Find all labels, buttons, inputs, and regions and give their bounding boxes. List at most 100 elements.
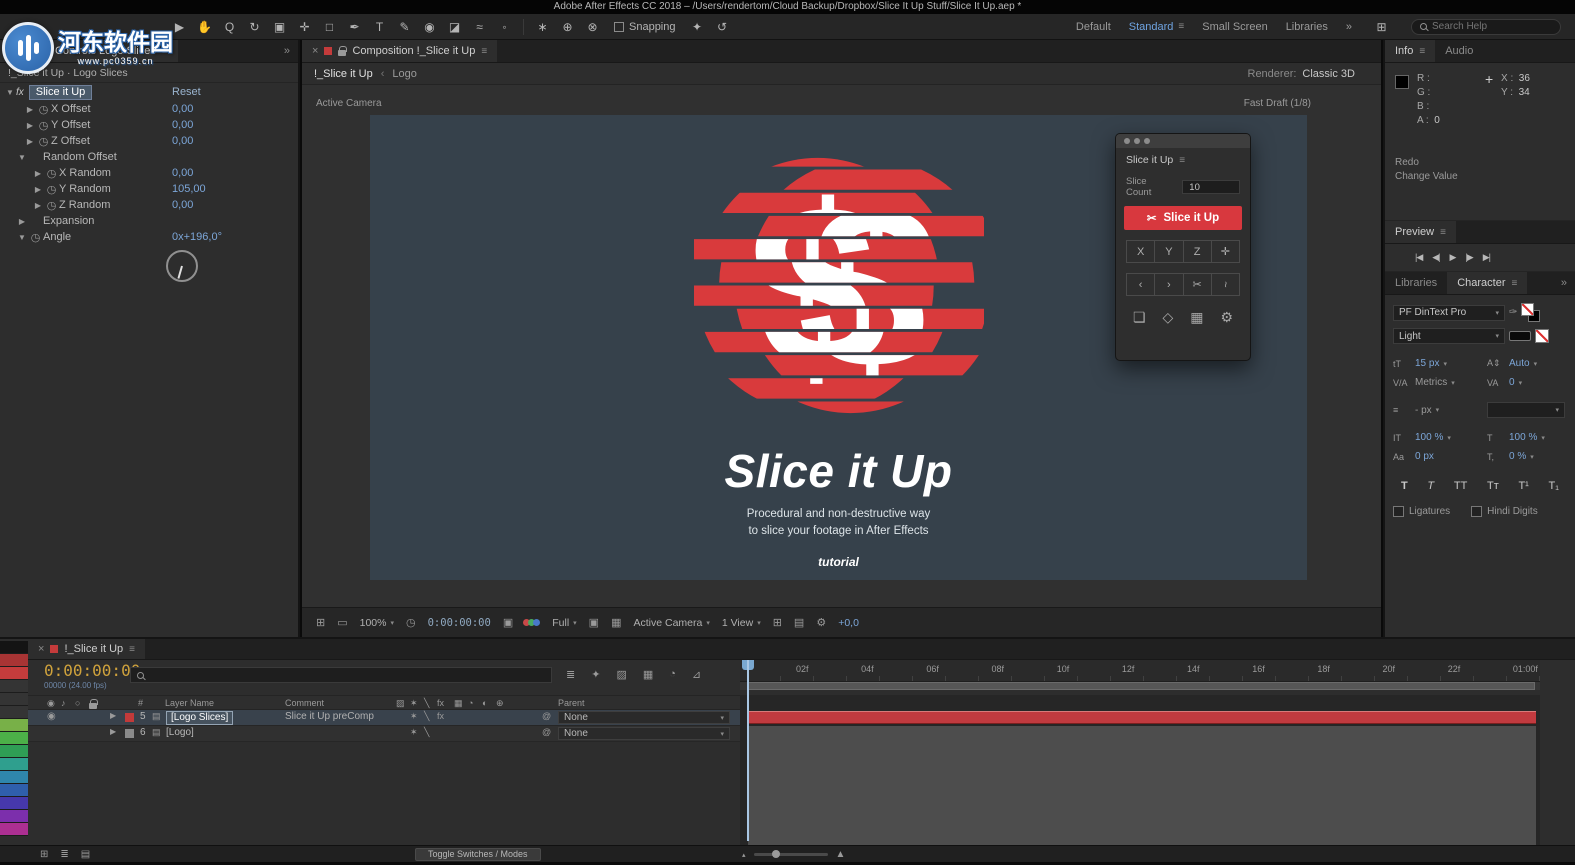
help-search-input[interactable]: [1432, 21, 1542, 32]
workspace-libraries[interactable]: Libraries: [1286, 21, 1328, 33]
label-color-swatch[interactable]: [0, 680, 28, 693]
stopwatch-icon[interactable]: ◷: [36, 119, 51, 132]
clone-stamp-tool-button[interactable]: ◉: [418, 17, 441, 37]
stopwatch-icon[interactable]: ◷: [44, 199, 59, 212]
stopwatch-icon[interactable]: ◷: [36, 103, 51, 116]
label-color-swatch[interactable]: [0, 745, 28, 758]
eyedropper-icon[interactable]: ✑: [1509, 307, 1517, 318]
column-number[interactable]: #: [138, 698, 143, 708]
fill-color-swatch[interactable]: [1521, 303, 1535, 316]
cube-icon[interactable]: ◇: [1163, 309, 1174, 326]
label-color-swatch[interactable]: [0, 810, 28, 823]
property-value[interactable]: 0,00: [172, 135, 193, 147]
collapse-switch-icon[interactable]: ✶: [410, 727, 418, 738]
hand-tool-button[interactable]: ✋: [193, 17, 216, 37]
gear-icon[interactable]: ⚙: [1220, 309, 1233, 326]
panel-menu-icon[interactable]: ≡: [481, 46, 487, 57]
property-value[interactable]: 0x+196,0°: [172, 231, 222, 243]
playhead-line[interactable]: [747, 660, 749, 841]
all-caps-button[interactable]: TT: [1454, 480, 1467, 492]
property-value[interactable]: 105,00: [172, 183, 206, 195]
layer-row-logo[interactable]: ▶ 6 ▤ [Logo] ✶ ╲ @ None ▾: [28, 726, 740, 742]
layer-expander-icon[interactable]: ▶: [110, 727, 116, 736]
workspace-overflow-icon[interactable]: »: [1346, 21, 1352, 33]
play-button[interactable]: ▶: [1450, 252, 1457, 263]
close-icon[interactable]: ×: [38, 643, 44, 655]
first-frame-button[interactable]: |◀: [1415, 252, 1423, 263]
next-button[interactable]: ›: [1155, 274, 1184, 295]
panel-menu-icon[interactable]: ≡: [129, 644, 135, 655]
workspace-standard[interactable]: Standard ≡: [1129, 21, 1185, 33]
timeline-zoom-control[interactable]: ▴ ▲: [742, 849, 845, 860]
stopwatch-icon[interactable]: ◷: [44, 167, 59, 180]
magnification-dropdown[interactable]: 100% ▾: [360, 617, 394, 629]
frame-blending-icon[interactable]: ▦: [643, 668, 653, 681]
matte-icon[interactable]: ▦: [1190, 309, 1203, 326]
shape-tool-button[interactable]: □: [318, 17, 341, 37]
motion-blur-icon[interactable]: ◔: [669, 668, 676, 681]
tab-preview[interactable]: Preview ≡: [1385, 221, 1456, 243]
property-expander-icon[interactable]: ▼: [16, 153, 28, 162]
label-color-swatch[interactable]: [0, 771, 28, 784]
move-icon[interactable]: ✛: [1212, 241, 1239, 262]
rotation-tool-button[interactable]: ↻: [243, 17, 266, 37]
faux-italic-button[interactable]: T: [1427, 480, 1434, 492]
stroke-width-swatch[interactable]: [1509, 331, 1531, 341]
layer-bar-logo-slices[interactable]: [748, 711, 1536, 724]
tab-character[interactable]: Character ≡: [1447, 272, 1528, 294]
brush-tool-button[interactable]: ✎: [393, 17, 416, 37]
property-value[interactable]: 0,00: [172, 103, 193, 115]
label-color-swatch[interactable]: [0, 654, 28, 667]
superscript-button[interactable]: T¹: [1518, 480, 1528, 492]
tracking-value[interactable]: 0: [1509, 377, 1515, 388]
transparency-grid-icon[interactable]: ▦: [611, 616, 621, 629]
effect-reset-button[interactable]: Reset: [172, 86, 201, 98]
tab-composition[interactable]: × Composition !_Slice it Up ≡: [302, 40, 498, 62]
time-ruler[interactable]: 02f 04f 06f 08f 10f 12f 14f 16f 18f 20f 22f 01:00f: [740, 660, 1540, 682]
composition-mini-flowchart-icon[interactable]: ≣: [566, 668, 575, 681]
property-value[interactable]: 0,00: [172, 167, 193, 179]
column-comment[interactable]: Comment: [285, 698, 324, 708]
region-of-interest-icon[interactable]: ▣: [589, 616, 599, 629]
camera-view-dropdown[interactable]: Active Camera ▾: [633, 617, 709, 629]
show-snapshot-icon[interactable]: ▣: [503, 616, 513, 629]
help-search-box[interactable]: [1411, 18, 1561, 35]
lock-column-icon[interactable]: [89, 699, 98, 709]
property-expander-icon[interactable]: ▶: [24, 105, 36, 114]
vertical-scale-value[interactable]: 100 %: [1415, 432, 1443, 443]
collapse-switch-icon[interactable]: ✶: [410, 711, 418, 722]
current-time-display[interactable]: 0:00:00:00: [44, 661, 140, 680]
grid-guides-icon[interactable]: ⊞: [316, 616, 325, 629]
eraser-tool-button[interactable]: ◪: [443, 17, 466, 37]
font-style-dropdown[interactable]: Light ▾: [1393, 328, 1505, 344]
empty-dropdown[interactable]: ▾: [1487, 402, 1565, 418]
stopwatch-icon[interactable]: ◷: [44, 183, 59, 196]
label-color-swatch[interactable]: [0, 797, 28, 810]
property-expander-icon[interactable]: ▶: [16, 217, 28, 226]
parent-dropdown[interactable]: None ▾: [558, 727, 730, 740]
axis-mode-view-icon[interactable]: ⊗: [581, 17, 604, 37]
toggle-switches-modes-button[interactable]: Toggle Switches / Modes: [415, 848, 541, 861]
timeline-track-area[interactable]: [740, 695, 1540, 847]
slice-z-button[interactable]: Z: [1184, 241, 1212, 262]
property-expander-icon[interactable]: ▶: [24, 137, 36, 146]
layer-name[interactable]: [Logo]: [166, 727, 194, 738]
frame-blend-switch-icon[interactable]: ▦: [454, 698, 463, 709]
last-frame-button[interactable]: ▶|: [1483, 252, 1491, 263]
small-caps-button[interactable]: Tт: [1487, 480, 1499, 492]
stopwatch-icon[interactable]: ◷: [28, 231, 43, 244]
panel-menu-icon[interactable]: ≡: [1419, 46, 1425, 57]
label-color-swatch[interactable]: [0, 823, 28, 836]
snapping-checkbox[interactable]: [614, 21, 624, 32]
slice-count-input[interactable]: 10: [1182, 180, 1240, 194]
layer-bar-logo[interactable]: [748, 726, 1536, 845]
script-panel-titlebar[interactable]: [1116, 134, 1250, 148]
hide-shy-layers-icon[interactable]: ▨: [616, 668, 626, 681]
tab-libraries[interactable]: Libraries: [1385, 272, 1447, 294]
zoom-slider-knob[interactable]: [771, 850, 780, 858]
leading-value[interactable]: Auto: [1509, 358, 1530, 369]
timeline-search-input[interactable]: [150, 669, 520, 681]
graph-editor-icon[interactable]: ⊿: [692, 668, 701, 681]
fast-previews-icon[interactable]: ▤: [794, 616, 804, 629]
property-expander-icon[interactable]: ▶: [32, 169, 44, 178]
